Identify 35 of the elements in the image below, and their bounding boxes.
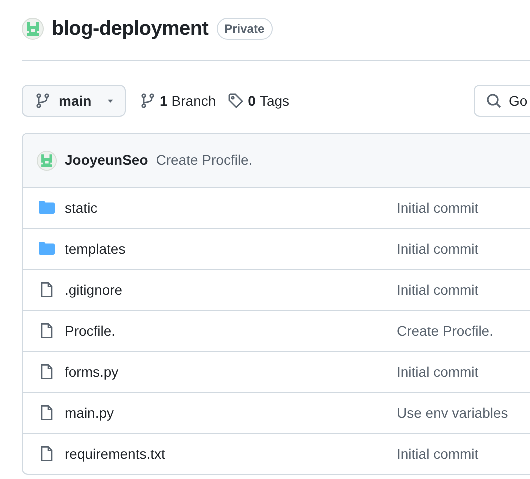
tags-link[interactable]: 0 Tags [228,90,290,112]
folder-icon [39,200,55,216]
file-icon [39,282,55,298]
file-name[interactable]: templates [65,238,397,260]
avatar [37,150,57,170]
file-icon [39,364,55,380]
caret-icon [108,98,113,104]
file-name[interactable]: Procfile. [65,320,397,342]
tag-icon [228,93,244,109]
file-name[interactable]: requirements.txt [65,444,397,464]
commit-message[interactable]: Initial commit [397,444,479,464]
avatar [22,18,44,40]
branch-selector[interactable]: main [22,85,126,117]
visibility-label: Private [216,18,273,40]
commit-message[interactable]: Initial commit [397,198,479,218]
repo-name[interactable]: blog-deployment [52,14,209,44]
file-name[interactable]: main.py [65,402,397,424]
commit-author[interactable]: JooyeunSeo [65,150,148,171]
branch-icon [35,93,51,109]
branches-link[interactable]: 1 Branch [140,90,216,112]
commit-message[interactable]: Initial commit [397,362,479,382]
commit-message[interactable]: Use env variables [397,402,508,424]
commit-message[interactable]: Create Procfile. [397,320,494,342]
file-icon [39,323,55,339]
commit-message[interactable]: Create Procfile. [156,150,253,171]
folder-icon [39,241,55,257]
commit-message[interactable]: Initial commit [397,280,479,300]
file-icon [39,405,55,421]
commit-message[interactable]: Initial commit [397,238,479,260]
file-name[interactable]: .gitignore [65,280,397,300]
file-name[interactable]: forms.py [65,362,397,382]
file-name[interactable]: static [65,198,397,218]
search-field[interactable]: Go [474,85,530,117]
file-icon [39,446,55,462]
branch-icon [140,93,156,109]
